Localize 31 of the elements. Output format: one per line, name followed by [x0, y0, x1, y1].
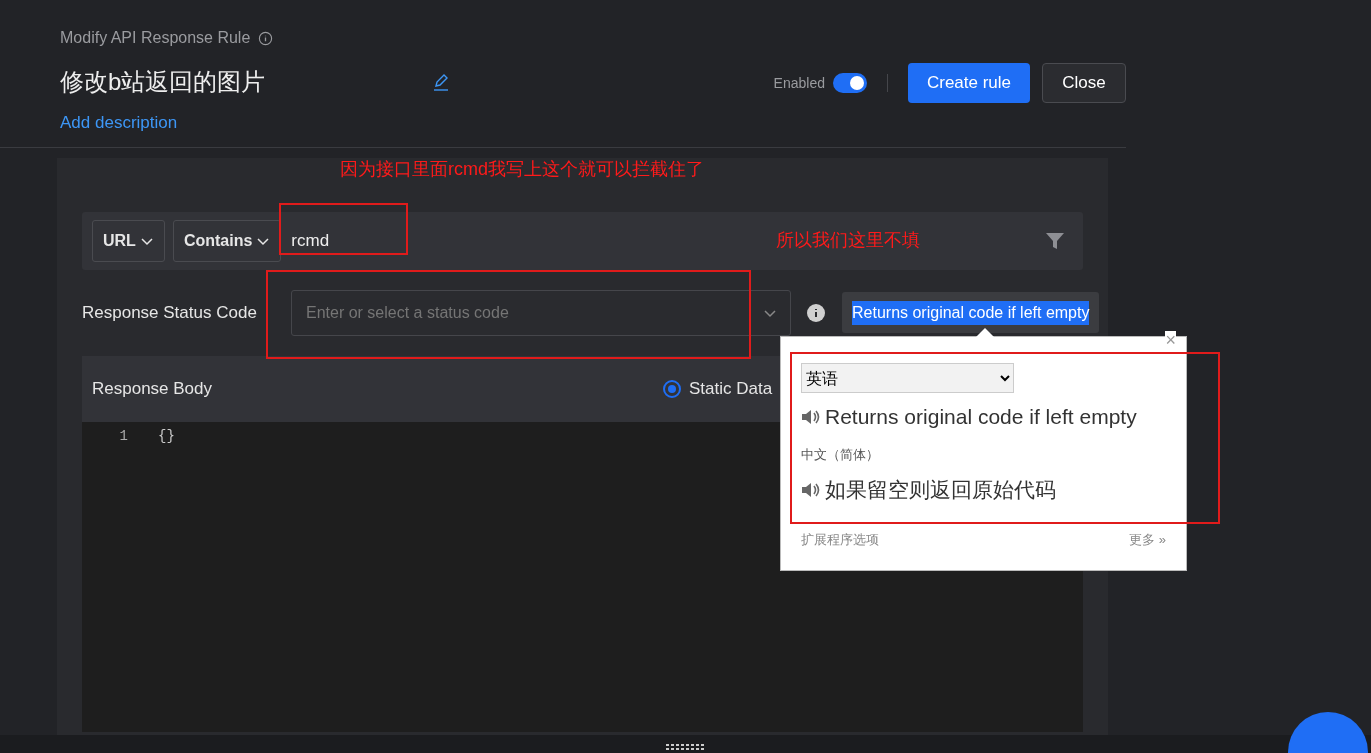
edit-icon[interactable]: [432, 73, 450, 91]
filter-icon[interactable]: [1045, 231, 1065, 251]
url-value-field[interactable]: rcmd: [289, 227, 690, 255]
response-body-label: Response Body: [92, 378, 213, 401]
enabled-toggle[interactable]: [833, 73, 867, 93]
create-rule-button[interactable]: Create rule: [908, 63, 1030, 103]
url-dropdown[interactable]: URL: [92, 220, 165, 262]
enabled-label: Enabled: [773, 73, 825, 93]
annotation-note: 因为接口里面rcmd我写上这个就可以拦截住了: [340, 158, 704, 181]
info-icon: [258, 30, 274, 46]
line-number: 1: [118, 427, 129, 446]
add-description-link[interactable]: Add description: [60, 110, 178, 136]
translated-text: 如果留空则返回原始代码: [825, 477, 1056, 503]
extension-options-link[interactable]: 扩展程序选项: [801, 529, 879, 549]
resize-handle-icon[interactable]: [665, 744, 706, 753]
static-data-radio[interactable]: Static Data: [663, 376, 773, 402]
status-code-field[interactable]: Enter or select a status code: [291, 290, 791, 336]
code-text: {}: [158, 427, 175, 446]
annotation-note: 所以我们这里不填: [776, 229, 920, 252]
source-text: Returns original code if left empty: [825, 404, 1137, 430]
rule-name: 修改b站返回的图片: [60, 67, 266, 97]
speaker-icon[interactable]: [801, 480, 821, 499]
close-button[interactable]: Close: [1042, 63, 1126, 103]
status-code-label: Response Status Code: [82, 302, 258, 325]
page-subtitle: Modify API Response Rule: [60, 28, 251, 48]
language-select[interactable]: 英语: [801, 363, 1014, 393]
target-language-label: 中文（简体）: [801, 445, 880, 464]
info-icon[interactable]: [807, 304, 825, 322]
speaker-icon[interactable]: [801, 407, 821, 426]
operator-dropdown[interactable]: Contains: [172, 220, 282, 262]
more-link[interactable]: 更多 »: [1129, 529, 1166, 549]
